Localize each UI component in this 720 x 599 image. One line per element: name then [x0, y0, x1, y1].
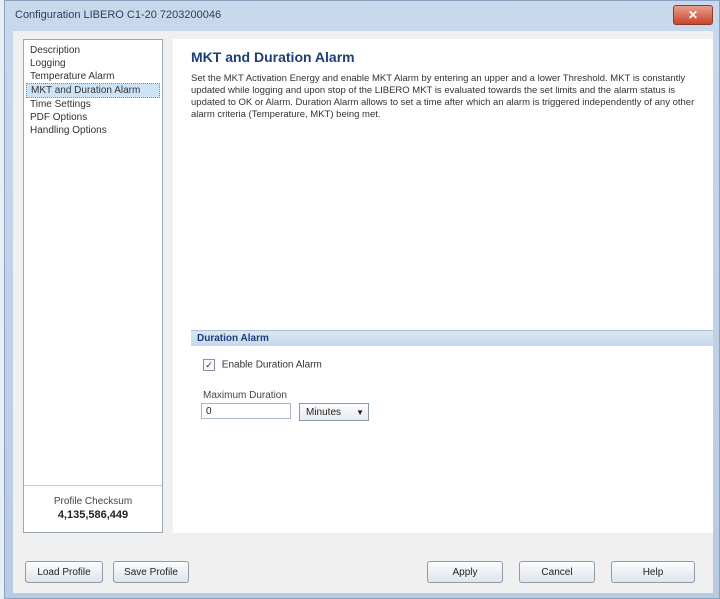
settings-content-panel: MKT and Duration Alarm Set the MKT Activ… — [173, 39, 713, 533]
save-profile-button[interactable]: Save Profile — [113, 561, 189, 583]
max-duration-input[interactable]: 0 — [201, 403, 291, 419]
close-button[interactable]: ✕ — [673, 5, 713, 25]
chevron-down-icon: ▼ — [356, 408, 364, 417]
title-bar[interactable]: Configuration LIBERO C1-20 7203200046 ✕ — [5, 1, 719, 31]
help-button[interactable]: Help — [611, 561, 695, 583]
window-title: Configuration LIBERO C1-20 7203200046 — [15, 9, 222, 21]
cancel-button[interactable]: Cancel — [519, 561, 595, 583]
settings-nav-panel: Description Logging Temperature Alarm MK… — [23, 39, 163, 533]
enable-duration-alarm-label: Enable Duration Alarm — [221, 359, 322, 371]
configuration-window: Configuration LIBERO C1-20 7203200046 ✕ … — [4, 0, 720, 599]
page-description: Set the MKT Activation Energy and enable… — [191, 73, 695, 120]
nav-item-description[interactable]: Description — [26, 44, 160, 57]
settings-nav-list: Description Logging Temperature Alarm MK… — [24, 40, 162, 141]
nav-item-logging[interactable]: Logging — [26, 57, 160, 70]
page-title: MKT and Duration Alarm — [191, 49, 355, 65]
duration-unit-select[interactable]: Minutes ▼ — [299, 403, 369, 421]
nav-item-handling-options[interactable]: Handling Options — [26, 124, 160, 137]
duration-alarm-section-header: Duration Alarm — [191, 330, 713, 346]
duration-unit-value: Minutes — [306, 407, 342, 418]
nav-item-pdf-options[interactable]: PDF Options — [26, 111, 160, 124]
dialog-footer: Load Profile Save Profile Apply Cancel H… — [13, 543, 713, 593]
nav-item-time-settings[interactable]: Time Settings — [26, 98, 160, 111]
profile-checksum-box: Profile Checksum 4,135,586,449 — [24, 485, 162, 532]
checksum-value: 4,135,586,449 — [57, 509, 129, 521]
dialog-client-area: Description Logging Temperature Alarm MK… — [13, 31, 713, 593]
checksum-label: Profile Checksum — [53, 496, 133, 507]
max-duration-label: Maximum Duration — [203, 390, 287, 401]
enable-duration-alarm-row[interactable]: ✓ Enable Duration Alarm — [203, 359, 322, 371]
nav-item-mkt-duration-alarm[interactable]: MKT and Duration Alarm — [26, 83, 160, 98]
enable-duration-alarm-checkbox[interactable]: ✓ — [203, 359, 215, 371]
load-profile-button[interactable]: Load Profile — [25, 561, 103, 583]
nav-item-temperature-alarm[interactable]: Temperature Alarm — [26, 70, 160, 83]
apply-button[interactable]: Apply — [427, 561, 503, 583]
